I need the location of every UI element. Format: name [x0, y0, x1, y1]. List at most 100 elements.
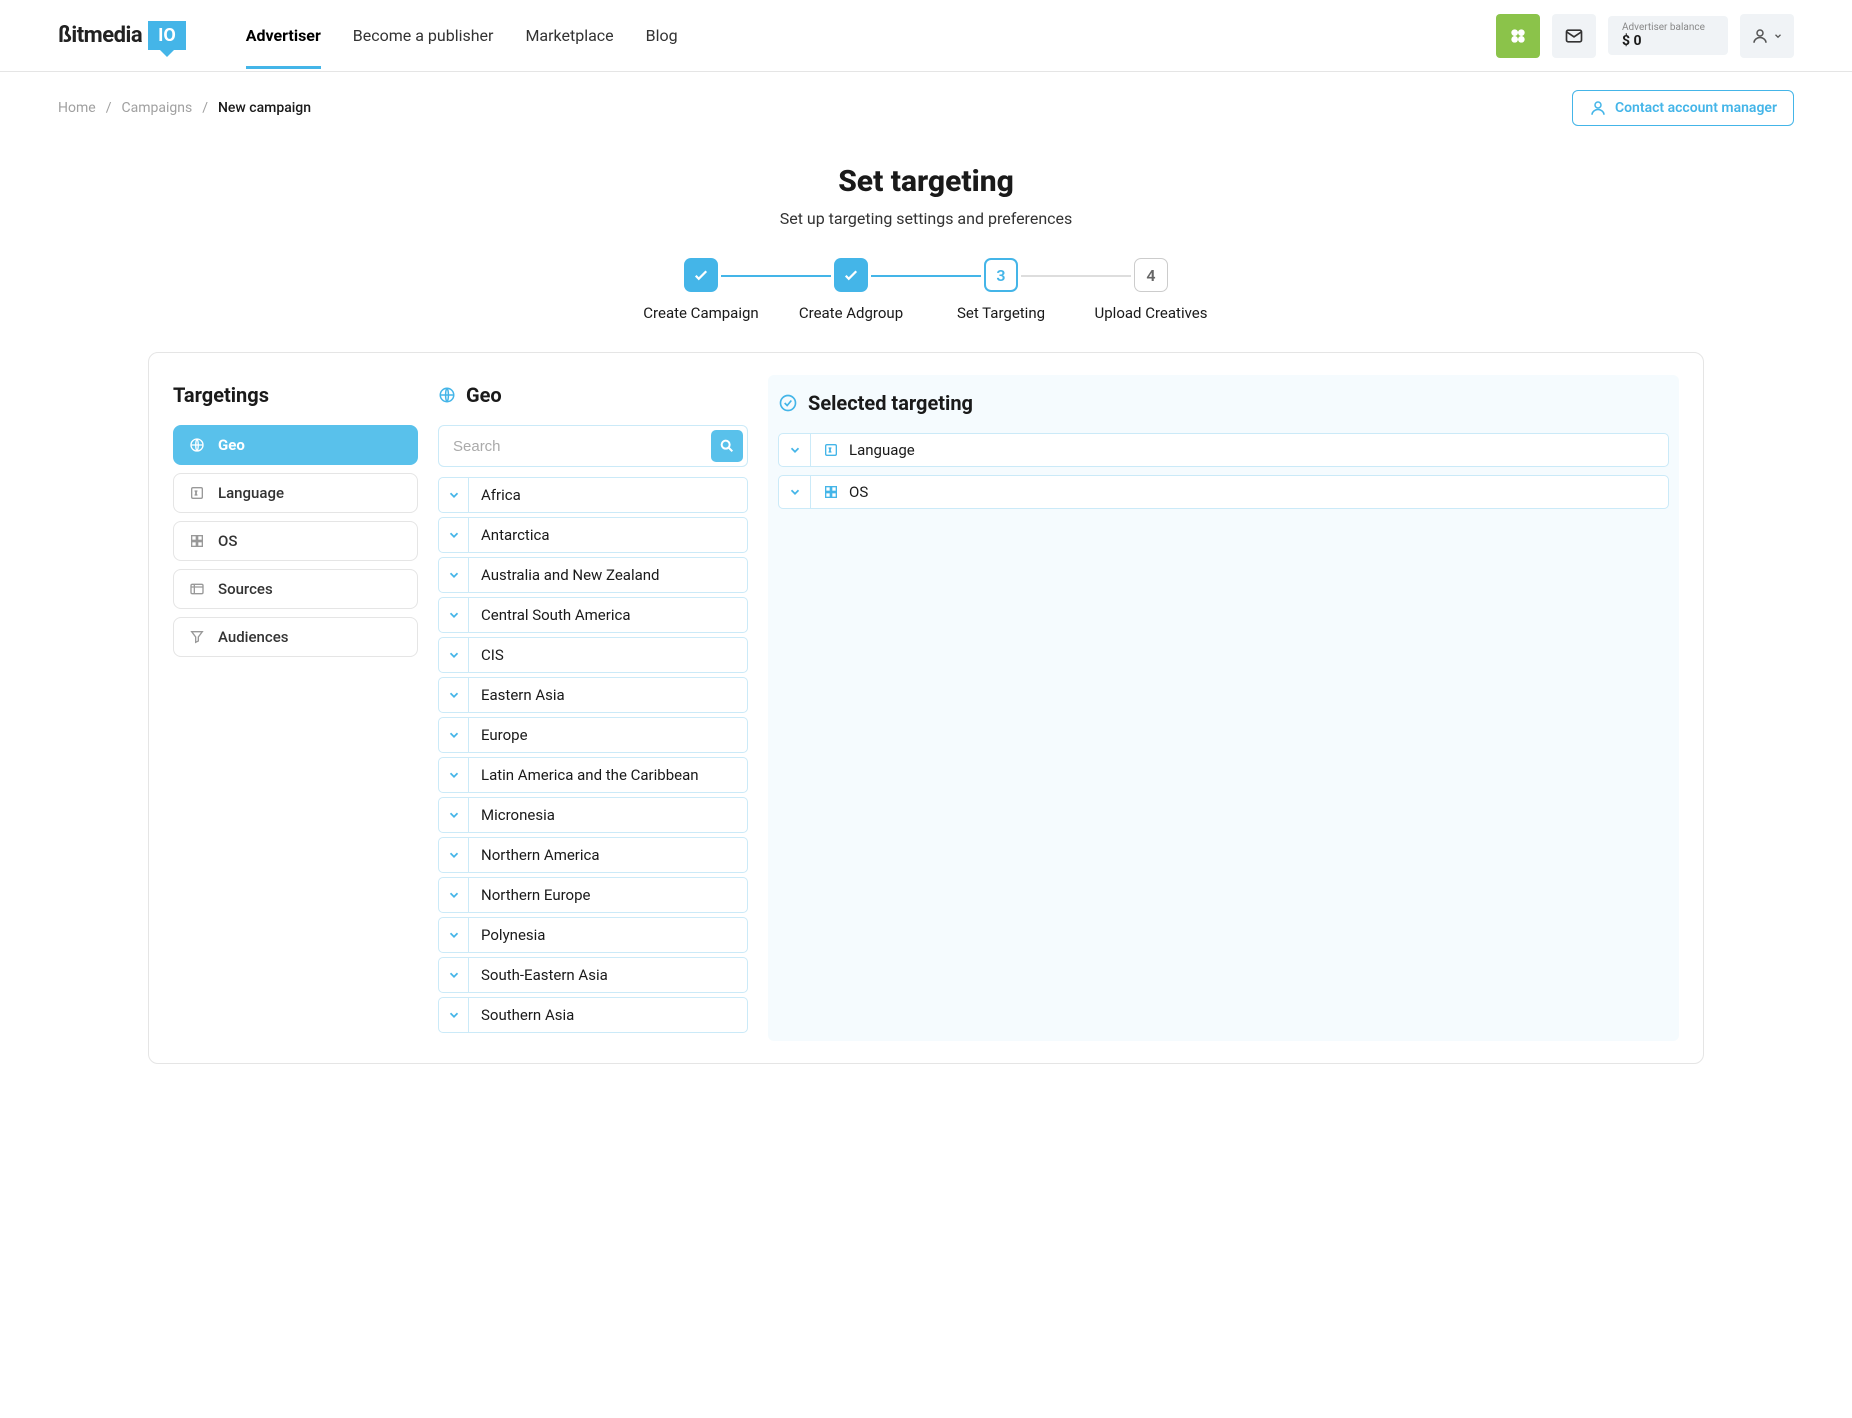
selected-language-row[interactable]: Language: [778, 433, 1669, 467]
user-icon: [1751, 27, 1769, 45]
targetings-title: Targetings: [173, 383, 418, 407]
mail-button[interactable]: [1552, 14, 1596, 58]
step-4-label: Upload Creatives: [1095, 304, 1208, 322]
nav-marketplace[interactable]: Marketplace: [525, 2, 613, 69]
targeting-language[interactable]: Language: [173, 473, 418, 513]
targeting-os-label: OS: [218, 532, 237, 550]
targetings-column: Targetings Geo Language OS Sources: [173, 383, 418, 1033]
expand-button[interactable]: [439, 518, 469, 552]
sources-icon: [188, 581, 206, 597]
nav-blog[interactable]: Blog: [646, 2, 678, 69]
geo-row[interactable]: Southern Asia: [438, 997, 748, 1033]
geo-search-input[interactable]: [443, 430, 711, 462]
geo-row[interactable]: Eastern Asia: [438, 677, 748, 713]
targeting-sources-label: Sources: [218, 580, 273, 598]
os-icon: [188, 533, 206, 549]
contact-account-manager-button[interactable]: Contact account manager: [1572, 90, 1794, 126]
step-1-box[interactable]: [684, 258, 718, 292]
targeting-audiences[interactable]: Audiences: [173, 617, 418, 657]
geo-row[interactable]: Northern America: [438, 837, 748, 873]
geo-label: Southern Asia: [469, 998, 586, 1032]
geo-row[interactable]: Central South America: [438, 597, 748, 633]
expand-button[interactable]: [439, 638, 469, 672]
logo[interactable]: ßitmedia IO: [58, 21, 186, 50]
breadcrumb-campaigns[interactable]: Campaigns: [121, 100, 192, 116]
expand-button[interactable]: [439, 878, 469, 912]
geo-label: Latin America and the Caribbean: [469, 758, 711, 792]
geo-label: Australia and New Zealand: [469, 558, 672, 592]
contact-label: Contact account manager: [1615, 100, 1777, 116]
page-subtitle: Set up targeting settings and preference…: [0, 209, 1852, 228]
page-title: Set targeting: [0, 164, 1852, 199]
expand-button[interactable]: [439, 478, 469, 512]
geo-row[interactable]: Antarctica: [438, 517, 748, 553]
expand-button[interactable]: [439, 718, 469, 752]
subheader: Home / Campaigns / New campaign Contact …: [0, 72, 1852, 144]
breadcrumb-sep: /: [106, 100, 112, 116]
geo-row[interactable]: Africa: [438, 477, 748, 513]
user-menu-button[interactable]: [1740, 14, 1794, 58]
nav-advertiser[interactable]: Advertiser: [246, 2, 321, 69]
balance-value: $ 0: [1622, 33, 1714, 49]
selected-title: Selected targeting: [778, 391, 1669, 415]
chevron-down-icon: [447, 648, 461, 662]
geo-row[interactable]: Europe: [438, 717, 748, 753]
breadcrumb-sep: /: [202, 100, 208, 116]
chevron-down-icon: [447, 568, 461, 582]
geo-label: CIS: [469, 638, 516, 672]
selected-os-row[interactable]: OS: [778, 475, 1669, 509]
geo-row[interactable]: Polynesia: [438, 917, 748, 953]
breadcrumb-home[interactable]: Home: [58, 100, 96, 116]
geo-row[interactable]: CIS: [438, 637, 748, 673]
geo-row[interactable]: Northern Europe: [438, 877, 748, 913]
targeting-geo-label: Geo: [218, 436, 245, 454]
expand-button[interactable]: [439, 958, 469, 992]
os-icon: [823, 484, 839, 500]
expand-button[interactable]: [779, 476, 811, 508]
step-3: 3 Set Targeting: [926, 258, 1076, 322]
expand-button[interactable]: [439, 798, 469, 832]
header-right: Advertiser balance $ 0: [1496, 14, 1794, 58]
nav-publisher[interactable]: Become a publisher: [353, 2, 494, 69]
targeting-geo[interactable]: Geo: [173, 425, 418, 465]
selected-title-text: Selected targeting: [808, 391, 973, 415]
targeting-sources[interactable]: Sources: [173, 569, 418, 609]
chevron-down-icon: [788, 443, 802, 457]
audiences-icon: [188, 629, 206, 645]
expand-button[interactable]: [439, 838, 469, 872]
targeting-os[interactable]: OS: [173, 521, 418, 561]
globe-icon: [438, 386, 456, 404]
step-3-box[interactable]: 3: [984, 258, 1018, 292]
stepper: Create Campaign Create Adgroup 3 Set Tar…: [0, 258, 1852, 322]
expand-button[interactable]: [439, 998, 469, 1032]
expand-button[interactable]: [439, 598, 469, 632]
expand-button[interactable]: [439, 918, 469, 952]
geo-row[interactable]: Latin America and the Caribbean: [438, 757, 748, 793]
expand-button[interactable]: [779, 434, 811, 466]
chevron-down-icon: [447, 768, 461, 782]
geo-row[interactable]: South-Eastern Asia: [438, 957, 748, 993]
step-4-box[interactable]: 4: [1134, 258, 1168, 292]
balance-box[interactable]: Advertiser balance $ 0: [1608, 16, 1728, 55]
logo-text: ßitmedia: [58, 23, 142, 48]
geo-search: [438, 425, 748, 467]
geo-search-button[interactable]: [711, 430, 743, 462]
breadcrumb: Home / Campaigns / New campaign: [58, 100, 311, 116]
chevron-down-icon: [447, 928, 461, 942]
language-icon: [823, 442, 839, 458]
geo-row[interactable]: Micronesia: [438, 797, 748, 833]
step-2-box[interactable]: [834, 258, 868, 292]
header: ßitmedia IO Advertiser Become a publishe…: [0, 0, 1852, 72]
geo-row[interactable]: Australia and New Zealand: [438, 557, 748, 593]
expand-button[interactable]: [439, 758, 469, 792]
selected-language-content: Language: [811, 434, 927, 466]
clover-button[interactable]: [1496, 14, 1540, 58]
targeting-audiences-label: Audiences: [218, 628, 288, 646]
chevron-down-icon: [1773, 31, 1783, 41]
geo-label: Antarctica: [469, 518, 562, 552]
chevron-down-icon: [447, 808, 461, 822]
chevron-down-icon: [447, 968, 461, 982]
expand-button[interactable]: [439, 678, 469, 712]
chevron-down-icon: [447, 728, 461, 742]
expand-button[interactable]: [439, 558, 469, 592]
